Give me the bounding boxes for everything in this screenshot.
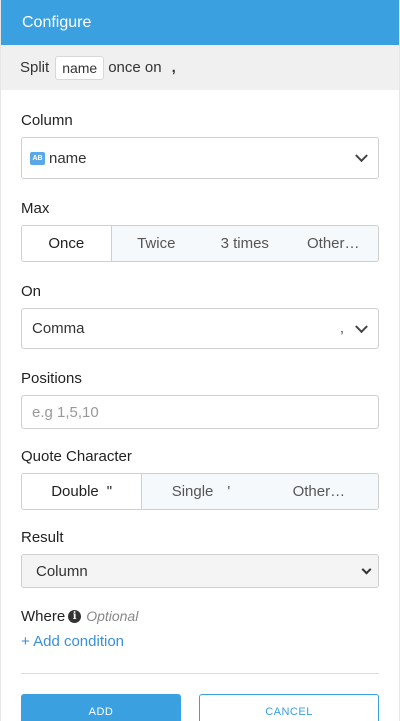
quote-option-other[interactable]: Other… [260,474,378,509]
result-select[interactable]: Column [21,554,379,588]
chevron-down-icon [361,564,372,575]
panel-header: Configure [1,0,399,45]
chevron-down-icon [355,149,368,163]
config-form: Column AB name Max Once Twice 3 times Ot… [1,112,399,721]
add-condition-link[interactable]: + Add condition [21,633,379,651]
column-select-value: name [49,149,87,167]
quote-label: Quote Character [21,448,132,465]
add-button[interactable]: ADD [21,694,181,721]
max-segmented-control: Once Twice 3 times Other… [21,225,379,262]
max-option-3-times[interactable]: 3 times [201,226,289,261]
cancel-button[interactable]: CANCEL [199,694,379,721]
result-select-value: Column [36,562,88,580]
on-select[interactable]: Comma , [21,308,379,349]
action-buttons: ADD CANCEL [21,694,379,721]
on-select-value: Comma [32,320,85,337]
positions-input[interactable] [21,395,379,429]
max-option-once[interactable]: Once [22,226,112,261]
column-select[interactable]: AB name [21,137,379,179]
quote-option-single[interactable]: Single ' [142,474,259,509]
where-optional-hint: Optional [86,608,139,624]
string-type-icon: AB [30,151,45,165]
max-option-other[interactable]: Other… [289,226,379,261]
on-select-separator: , [339,319,344,337]
positions-label: Positions [21,370,82,387]
result-label: Result [21,529,64,546]
column-label: Column [21,112,73,129]
summary-column-chip: name [55,55,105,80]
info-icon[interactable]: i [68,609,82,623]
panel-title: Configure [22,13,92,31]
chevron-down-icon [355,319,368,333]
where-label: Where [21,607,66,625]
max-label: Max [21,200,50,217]
configure-panel: Configure Split name once on , Column AB… [0,0,400,721]
step-summary: Split name once on , [1,45,399,90]
summary-middle: once on [108,59,162,76]
divider [21,673,379,674]
quote-option-double[interactable]: Double " [22,474,143,509]
on-label: On [21,283,42,300]
summary-separator: , [171,59,176,76]
summary-prefix: Split [20,59,50,76]
quote-segmented-control: Double " Single ' Other… [21,473,379,510]
where-row: Where i Optional [21,607,379,625]
max-option-twice[interactable]: Twice [112,226,202,261]
